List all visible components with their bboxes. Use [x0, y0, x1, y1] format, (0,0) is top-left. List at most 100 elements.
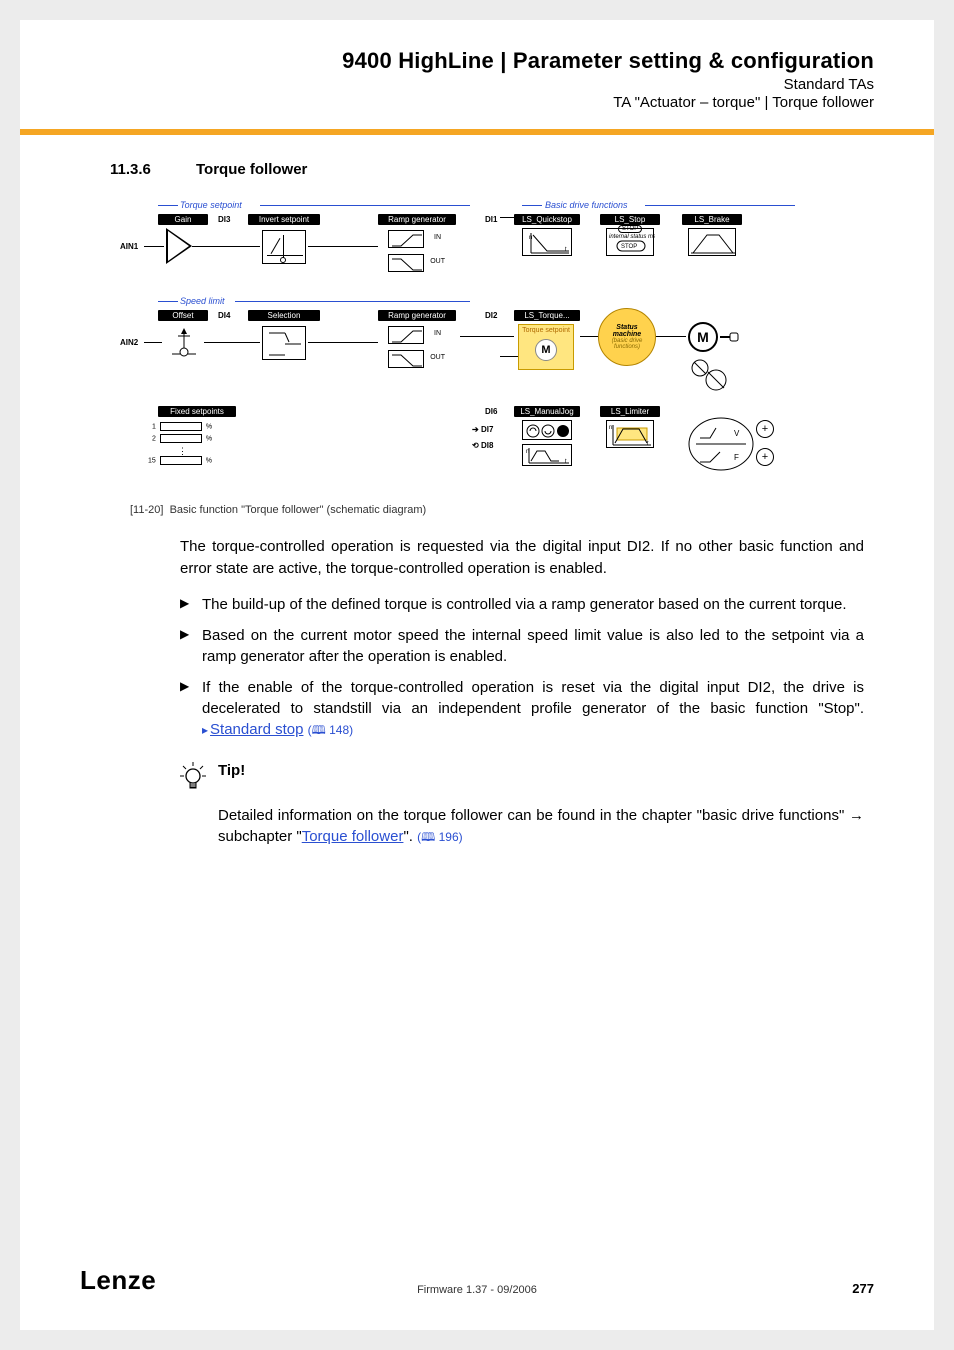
lightbulb-icon	[180, 762, 206, 797]
svg-text:V: V	[734, 429, 740, 438]
link-arrow-icon: ▸	[202, 723, 208, 737]
offset-icon	[164, 326, 204, 364]
pageref-148: (🕮 148)	[308, 723, 354, 737]
group-label-speed-limit: Speed limit	[180, 296, 225, 306]
coupling-icon	[720, 332, 740, 342]
doc-subtitle-2: TA "Actuator – torque" | Torque follower	[80, 94, 874, 111]
ls-manualjog-icon	[522, 420, 572, 440]
brand-logo: Lenze	[80, 1265, 156, 1296]
wire	[144, 342, 162, 343]
wire	[656, 336, 686, 337]
wire	[460, 336, 514, 337]
selection-icon	[262, 326, 306, 360]
wire	[308, 246, 378, 247]
block-invert-setpoint: Invert setpoint	[248, 214, 320, 225]
diagram-container: Torque setpoint Speed limit Basic drive …	[120, 196, 874, 516]
label-di3: DI3	[218, 215, 230, 224]
block-ls-manualjog: LS_ManualJog	[514, 406, 580, 417]
wire	[308, 342, 378, 343]
group-label-torque-setpoint: Torque setpoint	[180, 200, 242, 210]
motor-icon: M	[688, 322, 718, 352]
section-number: 11.3.6	[110, 161, 170, 178]
status-machine-circle: Status machine (basic drive functions)	[598, 308, 656, 366]
invert-icon	[262, 230, 306, 264]
ramp-out-icon: OUT	[388, 254, 424, 272]
section-title: Torque follower	[196, 161, 307, 178]
group-line	[158, 205, 178, 206]
tip-body: Detailed information on the torque follo…	[218, 805, 864, 849]
ls-quickstop-icon: nt	[522, 228, 572, 256]
fixed-row-15: 15 %	[148, 456, 212, 465]
gear-icon	[688, 356, 738, 398]
caption-prefix: [11-20]	[130, 504, 163, 516]
summer-icon-1: +	[756, 420, 774, 438]
tip-block: Tip!	[180, 762, 864, 797]
ramp-out-label-2: OUT	[430, 354, 445, 361]
page-number: 277	[852, 1281, 874, 1296]
ramp-out-icon-2: OUT	[388, 350, 424, 368]
svg-text:n: n	[609, 425, 612, 431]
wire	[580, 336, 598, 337]
svg-text:F: F	[734, 453, 739, 462]
block-ls-torque: LS_Torque...	[514, 310, 580, 321]
wire	[204, 342, 260, 343]
doc-subtitle-1: Standard TAs	[80, 76, 874, 93]
summer-icon-2: +	[756, 448, 774, 466]
wire	[500, 217, 514, 218]
ramp-in-label: IN	[434, 234, 441, 241]
group-line	[645, 205, 795, 206]
block-ls-brake: LS_Brake	[682, 214, 742, 225]
block-ls-stop: LS_Stop	[600, 214, 660, 225]
block-gain: Gain	[158, 214, 208, 225]
page-header: 9400 HighLine | Parameter setting & conf…	[20, 20, 934, 121]
link-standard-stop[interactable]: Standard stop	[210, 721, 303, 738]
paragraph-intro: The torque-controlled operation is reque…	[180, 536, 864, 580]
ramp-in-icon: IN	[388, 230, 424, 248]
section-heading: 11.3.6 Torque follower	[110, 161, 874, 178]
label-di6: DI6	[485, 407, 497, 416]
svg-text:internal status machine: internal status machine	[609, 234, 655, 240]
group-line	[260, 205, 470, 206]
label-di1: DI1	[485, 215, 497, 224]
wire	[144, 246, 164, 247]
tip-body-post: ".	[403, 828, 417, 845]
bullet-3: If the enable of the torque-controlled o…	[180, 677, 864, 740]
doc-title: 9400 HighLine | Parameter setting & conf…	[80, 48, 874, 74]
group-line	[522, 205, 542, 206]
bullet-3-text: If the enable of the torque-controlled o…	[202, 679, 864, 717]
block-ls-limiter: LS_Limiter	[600, 406, 660, 417]
group-label-basic-drive: Basic drive functions	[545, 200, 628, 210]
ramp-out-label: OUT	[430, 258, 445, 265]
bullet-1: The build-up of the defined torque is co…	[180, 594, 864, 615]
svg-text:t: t	[565, 459, 567, 465]
label-di4: DI4	[218, 311, 230, 320]
label-ain1: AIN1	[120, 242, 138, 251]
label-di7: ➔ DI7	[472, 425, 493, 434]
ramp-in-icon-2: IN	[388, 326, 424, 344]
ls-brake-icon	[688, 228, 736, 256]
tip-title: Tip!	[218, 762, 245, 779]
block-fixed-setpoints: Fixed setpoints	[158, 406, 236, 417]
bullet-2: Based on the current motor speed the int…	[180, 625, 864, 667]
block-offset: Offset	[158, 310, 208, 321]
pageref-196: (🕮 196)	[417, 830, 463, 844]
vf-block: V F	[686, 414, 756, 476]
wire	[500, 356, 518, 357]
group-line	[158, 301, 178, 302]
link-torque-follower[interactable]: Torque follower	[302, 828, 404, 845]
figure-caption: [11-20] Basic function "Torque follower"…	[130, 504, 874, 516]
fixed-row-2: 2 %	[152, 434, 212, 443]
amplifier-icon	[166, 228, 192, 264]
content: 11.3.6 Torque follower Torque setpoint S…	[20, 135, 934, 848]
block-selection: Selection	[248, 310, 320, 321]
wire	[192, 246, 260, 247]
bullet-list: The build-up of the defined torque is co…	[180, 594, 864, 740]
block-ls-quickstop: LS_Quickstop	[514, 214, 580, 225]
group-line	[235, 301, 470, 302]
svg-text:t: t	[565, 247, 567, 253]
footer-center-text: Firmware 1.37 - 09/2006	[417, 1284, 537, 1296]
caption-text: Basic function "Torque follower" (schema…	[170, 504, 427, 516]
motor-m-small-icon: M	[535, 339, 557, 361]
page: 9400 HighLine | Parameter setting & conf…	[20, 20, 934, 1330]
schematic-diagram: Torque setpoint Speed limit Basic drive …	[120, 196, 800, 496]
